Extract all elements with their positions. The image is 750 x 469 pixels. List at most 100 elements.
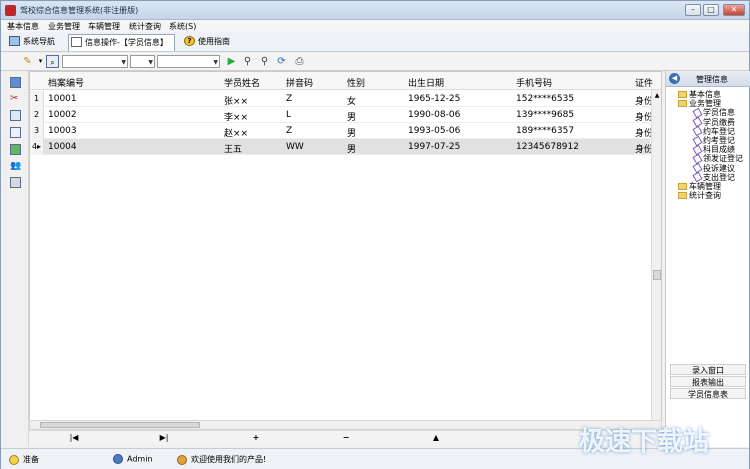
cell-birth-date[interactable]: 1990-08-06 (408, 110, 460, 120)
menu-business[interactable]: 业务管理 (48, 21, 80, 32)
cell-gender[interactable]: 女 (347, 94, 356, 107)
menu-basic-info[interactable]: 基本信息 (7, 21, 39, 32)
left-toolbar: ✂ 👥 (1, 71, 29, 447)
cell-gender[interactable]: 男 (347, 126, 356, 139)
tab-student-info[interactable]: 信息操作-【学员信息】 (68, 34, 175, 51)
app-window: 驾校综合信息管理系统(非注册版) – □ ✕ 基本信息 业务管理 车辆管理 统计… (0, 0, 750, 469)
cell-phone[interactable]: 139****9685 (516, 110, 574, 120)
record-navigator: |◀ ▶| + − ▲ (29, 430, 662, 445)
scissors-icon[interactable]: ✂ (10, 93, 21, 104)
document-icon (71, 37, 82, 47)
vertical-scrollbar[interactable]: ▲ (651, 90, 661, 422)
cell-student-name[interactable]: 张×× (224, 94, 248, 107)
last-record-button[interactable]: ▶| (155, 432, 173, 444)
student-table-button[interactable]: 学员信息表 (670, 388, 746, 399)
users-icon[interactable]: 👥 (10, 161, 21, 172)
table-row[interactable]: 1 10001 张×× Z 女 1965-12-25 152****6535 身… (30, 91, 653, 107)
table-row[interactable]: 3 10003 赵×× Z 男 1993-05-06 189****6357 身… (30, 123, 653, 139)
cell-pinyin[interactable]: L (286, 110, 291, 120)
student-grid: 档案编号 学员姓名 拼音码 性别 出生日期 手机号码 证件 1 10001 张×… (29, 71, 662, 423)
monitor-icon (9, 36, 20, 46)
management-panel: ◀ 管理信息 基本信息 业务管理 学员信息 学员缴费 约车登记 约考登记 科目成绩 领发证登记… (665, 71, 750, 447)
cell-birth-date[interactable]: 1997-07-25 (408, 142, 460, 152)
menu-vehicle[interactable]: 车辆管理 (88, 21, 120, 32)
scroll-thumb[interactable] (653, 270, 661, 280)
col-pinyin[interactable]: 拼音码 (286, 76, 313, 89)
report-output-button[interactable]: 报表输出 (670, 376, 746, 387)
cell-pinyin[interactable]: Z (286, 94, 292, 104)
first-record-button[interactable]: |◀ (65, 432, 83, 444)
play-icon[interactable]: ▶ (225, 55, 238, 68)
cell-phone[interactable]: 152****6535 (516, 94, 574, 104)
screen-icon[interactable] (10, 77, 21, 88)
window-title: 驾校综合信息管理系统(非注册版) (20, 6, 139, 15)
tree-label: 统计查询 (689, 191, 721, 201)
col-student-name[interactable]: 学员姓名 (224, 76, 260, 89)
col-phone[interactable]: 手机号码 (516, 76, 552, 89)
hscroll-thumb[interactable] (40, 422, 200, 428)
operator-select[interactable]: ▼ (130, 55, 155, 68)
cell-gender[interactable]: 男 (347, 110, 356, 123)
cell-birth-date[interactable]: 1993-05-06 (408, 126, 460, 136)
col-gender[interactable]: 性别 (347, 76, 365, 89)
menu-system[interactable]: 系统(S) (169, 21, 196, 32)
close-button[interactable]: ✕ (723, 4, 745, 16)
toolbar: ✎ ▾ ⌕ ▼ ▼ ▼ ▶ ⚲ ⚲ ⟳ ⎙ (1, 53, 749, 71)
find-icon[interactable]: ⚲ (241, 55, 254, 68)
folder-icon (678, 192, 687, 200)
row-number: 4▸ (30, 139, 44, 155)
cell-archive-no[interactable]: 10003 (48, 126, 77, 136)
tree-folder[interactable]: 统计查询 (678, 190, 721, 201)
entry-window-button[interactable]: 录入窗口 (670, 364, 746, 375)
value-select[interactable]: ▼ (157, 55, 220, 68)
cell-archive-no[interactable]: 10004 (48, 142, 77, 152)
folder-icon (678, 183, 687, 190)
cell-archive-no[interactable]: 10002 (48, 110, 77, 120)
table-row-selected[interactable]: 4▸ 10004 王五 WW 男 1997-07-25 12345678912 … (30, 139, 653, 155)
cell-gender[interactable]: 男 (347, 142, 356, 155)
maximize-button[interactable]: □ (703, 4, 719, 16)
scroll-up-icon[interactable]: ▲ (653, 92, 661, 100)
cell-phone[interactable]: 189****6357 (516, 126, 574, 136)
row-number: 2 (30, 107, 44, 123)
tab-label: 信息操作-【学员信息】 (85, 38, 168, 47)
cell-phone[interactable]: 12345678912 (516, 142, 579, 152)
tab-system-nav[interactable]: 系统导航 (7, 34, 63, 51)
col-archive-no[interactable]: 档案编号 (48, 76, 84, 89)
cell-archive-no[interactable]: 10001 (48, 94, 77, 104)
horizontal-scrollbar[interactable] (29, 420, 662, 430)
minimize-button[interactable]: – (685, 4, 701, 16)
menu-statistics[interactable]: 统计查询 (129, 21, 161, 32)
search-doc-icon[interactable]: ⌕ (46, 55, 59, 68)
post-record-button[interactable]: ▲ (427, 432, 445, 444)
grid-header: 档案编号 学员姓名 拼音码 性别 出生日期 手机号码 证件 (30, 72, 661, 90)
cell-student-name[interactable]: 赵×× (224, 126, 248, 139)
find-next-icon[interactable]: ⚲ (258, 55, 271, 68)
col-birth-date[interactable]: 出生日期 (408, 76, 444, 89)
tab-user-guide[interactable]: ? 使用指南 (182, 34, 238, 51)
col-cert[interactable]: 证件 (635, 76, 653, 89)
nav-tabs: 系统导航 信息操作-【学员信息】 ? 使用指南 (1, 32, 749, 52)
form-icon[interactable] (10, 127, 21, 138)
cell-birth-date[interactable]: 1965-12-25 (408, 94, 460, 104)
folder-icon (678, 91, 687, 98)
trash-icon[interactable] (10, 177, 21, 188)
cell-student-name[interactable]: 李×× (224, 110, 248, 123)
status-user: Admin (113, 454, 153, 464)
cell-pinyin[interactable]: Z (286, 126, 292, 136)
delete-record-button[interactable]: − (337, 432, 355, 444)
folder-icon (678, 100, 687, 108)
lightbulb-icon (9, 454, 19, 465)
field-select[interactable]: ▼ (62, 55, 128, 68)
cell-student-name[interactable]: 王五 (224, 142, 242, 155)
table-row[interactable]: 2 10002 李×× L 男 1990-08-06 139****9685 身… (30, 107, 653, 123)
collapse-icon[interactable]: ◀ (669, 73, 680, 84)
table-icon[interactable] (10, 110, 21, 121)
edit-pencil-icon[interactable]: ✎ (21, 55, 34, 68)
add-record-button[interactable]: + (247, 432, 265, 444)
users-icon (177, 454, 187, 465)
chart-icon[interactable] (10, 144, 21, 155)
cell-pinyin[interactable]: WW (286, 142, 304, 152)
refresh-icon[interactable]: ⟳ (275, 55, 288, 68)
print-icon[interactable]: ⎙ (293, 55, 306, 68)
